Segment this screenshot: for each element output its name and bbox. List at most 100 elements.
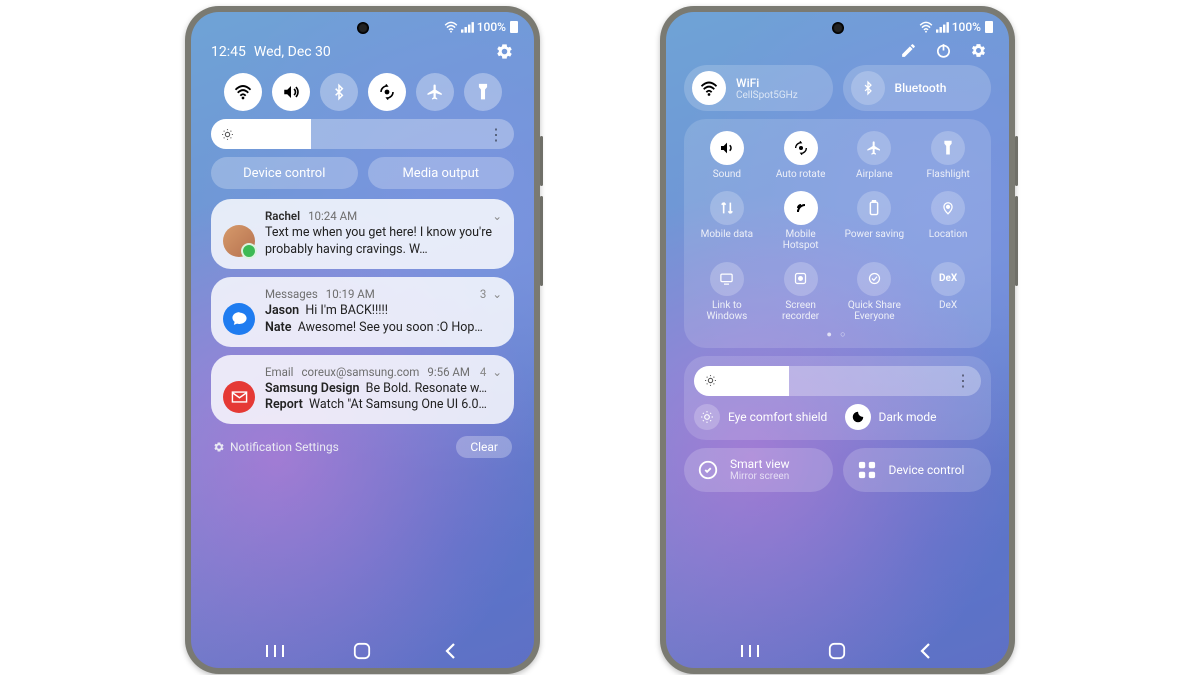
brightness-menu-icon[interactable]: ⋮ — [955, 371, 971, 390]
brightness-menu-icon[interactable]: ⋮ — [488, 125, 504, 144]
dark-mode-label: Dark mode — [879, 410, 937, 424]
qs-tile-icon — [857, 131, 891, 165]
pager-dots: ● ○ — [690, 329, 985, 340]
qs-tile-location[interactable]: Location — [911, 191, 985, 252]
notif-sender: Rachel — [265, 209, 300, 223]
gear-small-icon[interactable] — [213, 441, 225, 453]
notif-sender-email: coreux@samsung.com — [301, 365, 419, 379]
chevron-down-icon[interactable]: ⌄ — [492, 365, 502, 379]
qs-tile-dex[interactable]: DeXDeX — [911, 262, 985, 323]
navbar — [666, 640, 1009, 662]
device-control-tile[interactable]: Device control — [843, 448, 992, 492]
device-control-icon — [855, 458, 879, 482]
notification-card[interactable]: Email coreux@samsung.com 9:56 AM 4 ⌄ Sam… — [211, 355, 514, 425]
qs-tile-icon — [931, 131, 965, 165]
shade-header: 12:45 Wed, Dec 30 — [191, 36, 534, 67]
qs-tile-mobile-data[interactable]: Mobile data — [690, 191, 764, 252]
qs-airplane[interactable] — [416, 73, 454, 111]
chevron-down-icon[interactable]: ⌄ — [492, 287, 502, 301]
qs-flashlight[interactable] — [464, 73, 502, 111]
power-icon[interactable] — [935, 42, 952, 59]
notification-card[interactable]: Messages 10:19 AM 3 ⌄ Jason Hi I'm BACK!… — [211, 277, 514, 347]
qs-tile-label: Sound — [713, 169, 741, 181]
qs-tile-mobile-hotspot[interactable]: Mobile Hotspot — [764, 191, 838, 252]
device-control-chip[interactable]: Device control — [211, 157, 358, 189]
qs-tile-icon — [857, 262, 891, 296]
notif-app: Messages — [265, 287, 318, 301]
phone-left: 100% 12:45 Wed, Dec 30 ⋮ — [185, 6, 540, 674]
nav-home[interactable] — [351, 640, 373, 662]
clear-button[interactable]: Clear — [456, 436, 512, 458]
clock-time: 12:45 — [211, 44, 246, 60]
nav-recents[interactable] — [739, 640, 761, 662]
battery-text: 100% — [477, 20, 506, 34]
dark-mode-toggle[interactable]: Dark mode — [845, 404, 982, 430]
qs-tile-quick-share[interactable]: Quick ShareEveryone — [838, 262, 912, 323]
notif-line-name: Jason — [265, 303, 299, 318]
notif-time: 9:56 AM — [427, 365, 470, 379]
qs-tile-label: Mobile data — [701, 229, 754, 241]
screen-left: 100% 12:45 Wed, Dec 30 ⋮ — [191, 12, 534, 668]
qs-tile-label: Screen recorder — [769, 300, 833, 323]
qs-tile-link-to-windows[interactable]: Link to Windows — [690, 262, 764, 323]
wifi-title: WiFi — [736, 76, 798, 90]
email-icon — [223, 381, 255, 413]
qs-sound[interactable] — [272, 73, 310, 111]
qs-autorotate[interactable] — [368, 73, 406, 111]
battery-text: 100% — [952, 20, 981, 34]
notification-settings-link[interactable]: Notification Settings — [230, 440, 339, 454]
qs-tile-label: Mobile Hotspot — [769, 229, 833, 252]
qs-bluetooth[interactable] — [320, 73, 358, 111]
qs-tile-sound[interactable]: Sound — [690, 131, 764, 181]
chevron-down-icon[interactable]: ⌄ — [492, 209, 502, 223]
messages-icon — [223, 303, 255, 335]
qs-tile-power-saving[interactable]: Power saving — [838, 191, 912, 252]
qs-tile-icon — [784, 262, 818, 296]
qs-wifi[interactable] — [224, 73, 262, 111]
qs-tile-auto-rotate[interactable]: Auto rotate — [764, 131, 838, 181]
notification-card[interactable]: Rachel 10:24 AM ⌄ Text me when you get h… — [211, 199, 514, 269]
clock-date: Wed, Dec 30 — [254, 44, 331, 60]
bluetooth-icon — [851, 71, 885, 105]
qs-tile-icon — [710, 131, 744, 165]
camera-punchhole — [357, 22, 369, 34]
qs-tile-label: Quick ShareEveryone — [848, 300, 901, 323]
eye-comfort-toggle[interactable]: Eye comfort shield — [694, 404, 831, 430]
media-output-chip[interactable]: Media output — [368, 157, 515, 189]
edit-icon[interactable] — [900, 42, 917, 59]
qs-tile-label: Power saving — [845, 229, 905, 241]
wifi-icon — [692, 71, 726, 105]
qs-tile-airplane[interactable]: Airplane — [838, 131, 912, 181]
nav-back[interactable] — [439, 640, 461, 662]
qs-tile-icon — [710, 262, 744, 296]
brightness-card: ⋮ Eye comfort shield Dark mode — [684, 356, 991, 440]
wifi-pill[interactable]: WiFi CellSpot5GHz — [684, 65, 833, 111]
device-control-label: Device control — [889, 463, 965, 477]
qs-tile-flashlight[interactable]: Flashlight — [911, 131, 985, 181]
notif-time: 10:19 AM — [326, 287, 375, 301]
qs-tile-label: Auto rotate — [776, 169, 826, 181]
qs-tile-icon: DeX — [931, 262, 965, 296]
bluetooth-pill[interactable]: Bluetooth — [843, 65, 992, 111]
smart-view-sub: Mirror screen — [730, 471, 790, 482]
notif-app: Email — [265, 365, 293, 379]
qs-tile-icon — [710, 191, 744, 225]
nav-recents[interactable] — [264, 640, 286, 662]
settings-icon[interactable] — [970, 42, 987, 59]
nav-back[interactable] — [914, 640, 936, 662]
brightness-slider[interactable]: ⋮ — [211, 119, 514, 149]
brightness-fill — [694, 366, 789, 396]
nav-home[interactable] — [826, 640, 848, 662]
wifi-icon — [444, 21, 458, 33]
settings-icon[interactable] — [495, 42, 514, 61]
dark-mode-icon — [845, 404, 871, 430]
quick-settings-grid: Sound Auto rotate AirplaneFlashlight Mobile… — [684, 119, 991, 348]
notif-line-name: Report — [265, 397, 303, 412]
notif-line-name: Nate — [265, 320, 291, 335]
qs-tile-screen-recorder[interactable]: Screen recorder — [764, 262, 838, 323]
smartview-icon — [696, 458, 720, 482]
smart-view-tile[interactable]: Smart view Mirror screen — [684, 448, 833, 492]
notif-line-text: Watch "At Samsung One UI 6.0… — [309, 397, 487, 412]
battery-icon — [985, 21, 993, 33]
brightness-slider[interactable]: ⋮ — [694, 366, 981, 396]
